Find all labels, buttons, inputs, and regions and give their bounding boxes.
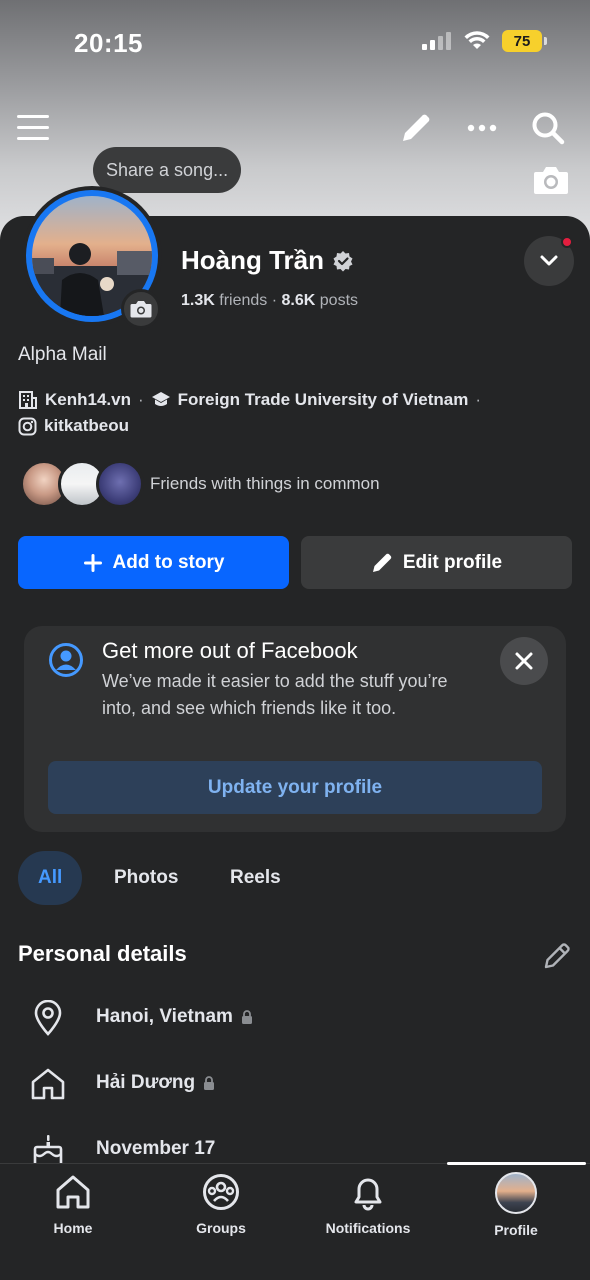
groups-icon xyxy=(203,1174,239,1210)
detail-location[interactable]: Hanoi, Vietnam xyxy=(30,1000,252,1036)
friend-avatar xyxy=(96,460,144,508)
nav-home-label: Home xyxy=(53,1220,93,1236)
promo-title: Get more out of Facebook xyxy=(102,638,358,663)
location-pin-icon xyxy=(30,1000,66,1036)
info-separator: · xyxy=(475,390,481,409)
verified-badge-icon xyxy=(333,250,353,271)
detail-hometown[interactable]: Hải Dương xyxy=(30,1066,215,1102)
graduation-cap-icon xyxy=(151,392,170,406)
chevron-down-icon xyxy=(540,255,558,266)
workplace-icon xyxy=(19,391,37,409)
friends-count: 1.3K xyxy=(181,292,215,309)
detail-location-text-row: Hanoi, Vietnam xyxy=(96,1006,253,1028)
tab-reels[interactable]: Reels xyxy=(210,851,301,905)
search-icon[interactable] xyxy=(530,110,566,146)
nav-notifications-label: Notifications xyxy=(325,1220,411,1236)
nav-profile[interactable]: Profile xyxy=(446,1172,586,1238)
active-tab-indicator xyxy=(447,1162,586,1165)
personal-details-title: Personal details xyxy=(18,941,187,966)
tab-photos[interactable]: Photos xyxy=(94,851,198,905)
detail-birthday-text-row: November 17 xyxy=(96,1138,215,1160)
add-to-story-button[interactable]: Add to story xyxy=(18,536,289,589)
edit-profile-button[interactable]: Edit profile xyxy=(301,536,572,589)
wifi-icon xyxy=(464,31,490,49)
lock-icon xyxy=(204,1076,215,1090)
change-avatar-camera-icon[interactable] xyxy=(121,289,161,329)
detail-hometown-text-row: Hải Dương xyxy=(96,1072,215,1094)
close-icon xyxy=(515,652,533,670)
pencil-icon[interactable] xyxy=(398,110,434,146)
notification-dot xyxy=(561,236,573,248)
nav-groups-label: Groups xyxy=(196,1220,246,1236)
home-icon xyxy=(56,1175,90,1209)
profile-circle-icon xyxy=(48,642,84,683)
detail-hometown-text: Hải Dương xyxy=(96,1072,196,1093)
info-separator: · xyxy=(137,390,144,409)
education-text[interactable]: Foreign Trade University of Vietnam xyxy=(178,390,469,410)
profile-stats[interactable]: 1.3K friends · 8.6K posts xyxy=(181,292,358,310)
more-icon[interactable] xyxy=(466,116,498,140)
signal-icon xyxy=(422,32,451,50)
camera-icon[interactable] xyxy=(532,164,570,196)
detail-location-text: Hanoi, Vietnam xyxy=(96,1006,233,1027)
instagram-icon xyxy=(18,417,37,435)
battery-indicator: 75 xyxy=(502,30,547,52)
detail-birthday-text: November 17 xyxy=(96,1138,216,1159)
nav-notifications[interactable]: Notifications xyxy=(298,1172,438,1236)
profile-avatar-thumbnail xyxy=(495,1172,537,1214)
nav-profile-label: Profile xyxy=(494,1222,538,1238)
update-profile-button[interactable]: Update your profile xyxy=(48,761,542,814)
friends-label: friends xyxy=(219,292,268,309)
instagram-handle[interactable]: kitkatbeou xyxy=(44,416,129,436)
profile-name-row: Hoàng Trần xyxy=(181,245,354,276)
add-to-story-label: Add to story xyxy=(112,551,225,573)
status-icons: 75 xyxy=(422,30,547,52)
friends-in-common[interactable]: Friends with things in common xyxy=(20,460,380,508)
menu-icon[interactable] xyxy=(16,112,50,144)
info-line-instagram: kitkatbeou xyxy=(18,416,129,436)
share-song-bubble[interactable]: Share a song... xyxy=(93,147,242,193)
nav-home[interactable]: Home xyxy=(3,1172,143,1236)
posts-label: posts xyxy=(319,292,359,309)
home-icon xyxy=(30,1066,66,1102)
lock-icon xyxy=(241,1010,252,1024)
stats-separator: · xyxy=(271,292,282,309)
info-line-work-education: Kenh14.vn · Foreign Trade University of … xyxy=(18,390,481,410)
bell-icon xyxy=(354,1178,382,1211)
tab-all[interactable]: All xyxy=(18,851,83,905)
edit-profile-label: Edit profile xyxy=(402,551,503,573)
promo-close-button[interactable] xyxy=(500,637,548,685)
status-time: 20:15 xyxy=(74,28,143,58)
profile-name: Hoàng Trần xyxy=(181,245,325,275)
pencil-icon xyxy=(372,553,392,572)
friends-common-text: Friends with things in common xyxy=(150,474,380,493)
work-text[interactable]: Kenh14.vn xyxy=(45,390,131,410)
plus-icon xyxy=(83,553,102,572)
promo-text: We’ve made it easier to add the stuff yo… xyxy=(102,671,448,718)
nav-groups[interactable]: Groups xyxy=(151,1172,291,1236)
edit-details-pencil-icon[interactable] xyxy=(542,941,572,976)
posts-count: 8.6K xyxy=(281,292,316,309)
profile-bio: Alpha Mail xyxy=(18,344,107,365)
